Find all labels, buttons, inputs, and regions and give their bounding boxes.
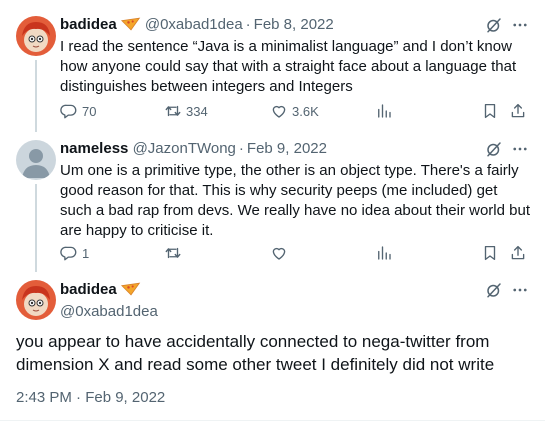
bookmark-button[interactable]: [481, 101, 499, 121]
tweet-1[interactable]: badidea @0xabad1dea · Feb 8, 2022 I read t…: [0, 0, 545, 136]
thread-line: [35, 184, 37, 272]
display-name[interactable]: nameless: [60, 140, 128, 157]
tweet-text: I read the sentence “Java is a minimalis…: [60, 38, 517, 95]
share-icon: [509, 244, 527, 262]
divider: [0, 420, 545, 421]
share-button[interactable]: [509, 243, 527, 263]
more-options-icon[interactable]: [511, 140, 529, 158]
retweet-button[interactable]: 334: [164, 101, 208, 121]
retweet-icon: [164, 102, 182, 120]
more-options-icon[interactable]: [511, 281, 529, 299]
main-header-actions: [400, 280, 529, 300]
tweet-2[interactable]: nameless @JazonTWong · Feb 9, 2022 Um one …: [0, 136, 545, 272]
views-icon: [375, 102, 393, 120]
separator: ·: [238, 140, 244, 157]
reply-icon: [60, 244, 78, 262]
views-icon: [375, 244, 393, 262]
display-name[interactable]: badidea: [60, 16, 117, 33]
bookmark-button[interactable]: [481, 243, 499, 263]
reply-count: 70: [82, 103, 97, 119]
main-tweet-timestamp[interactable]: 2:43 PM · Feb 9, 2022: [16, 388, 165, 408]
views-button[interactable]: [375, 101, 393, 121]
tweet-header: nameless @JazonTWong · Feb 9, 2022: [60, 139, 529, 159]
user-handle[interactable]: @JazonTWong: [133, 140, 236, 157]
bookmark-icon: [481, 102, 499, 120]
grok-icon[interactable]: [485, 140, 503, 158]
share-icon: [509, 102, 527, 120]
user-handle[interactable]: @0xabad1dea: [60, 302, 158, 322]
reply-icon: [60, 102, 78, 120]
avatar-red-hair-icon[interactable]: [16, 16, 56, 56]
like-button[interactable]: 3.6K: [270, 101, 319, 121]
retweet-button[interactable]: [164, 243, 182, 263]
main-tweet-text: you appear to have accidentally connecte…: [16, 332, 495, 374]
reply-button[interactable]: 70: [60, 101, 96, 121]
user-handle[interactable]: @0xabad1dea: [145, 16, 243, 33]
avatar-red-hair-icon[interactable]: [16, 280, 56, 320]
heart-icon: [270, 244, 288, 262]
reply-count: 1: [82, 245, 90, 261]
like-button[interactable]: [270, 243, 288, 263]
separator: ·: [245, 16, 251, 33]
tweet-text: Um one is a primitive type, the other is…: [60, 162, 530, 239]
bookmark-icon: [481, 244, 499, 262]
heart-icon: [270, 102, 288, 120]
more-options-icon[interactable]: [511, 16, 529, 34]
tweet-date[interactable]: Feb 9, 2022: [247, 140, 327, 157]
default-avatar-icon[interactable]: [16, 140, 56, 180]
tweet-actions: 1: [60, 243, 529, 263]
pizza-slice-icon: [121, 282, 141, 302]
views-button[interactable]: [375, 243, 393, 263]
pizza-slice-icon: [121, 17, 141, 37]
grok-icon[interactable]: [485, 16, 503, 34]
display-name[interactable]: badidea: [60, 281, 117, 298]
share-button[interactable]: [509, 101, 527, 121]
retweet-icon: [164, 244, 182, 262]
retweet-count: 334: [186, 103, 208, 119]
reply-button[interactable]: 1: [60, 243, 89, 263]
main-author: badidea @0xabad1dea: [60, 280, 158, 322]
tweet-header: badidea @0xabad1dea · Feb 8, 2022: [60, 15, 529, 35]
like-count: 3.6K: [292, 103, 319, 119]
thread-line: [35, 60, 37, 132]
tweet-date[interactable]: Feb 8, 2022: [254, 16, 334, 33]
tweet-actions: 70 334 3.6K: [60, 101, 529, 121]
grok-icon[interactable]: [485, 281, 503, 299]
